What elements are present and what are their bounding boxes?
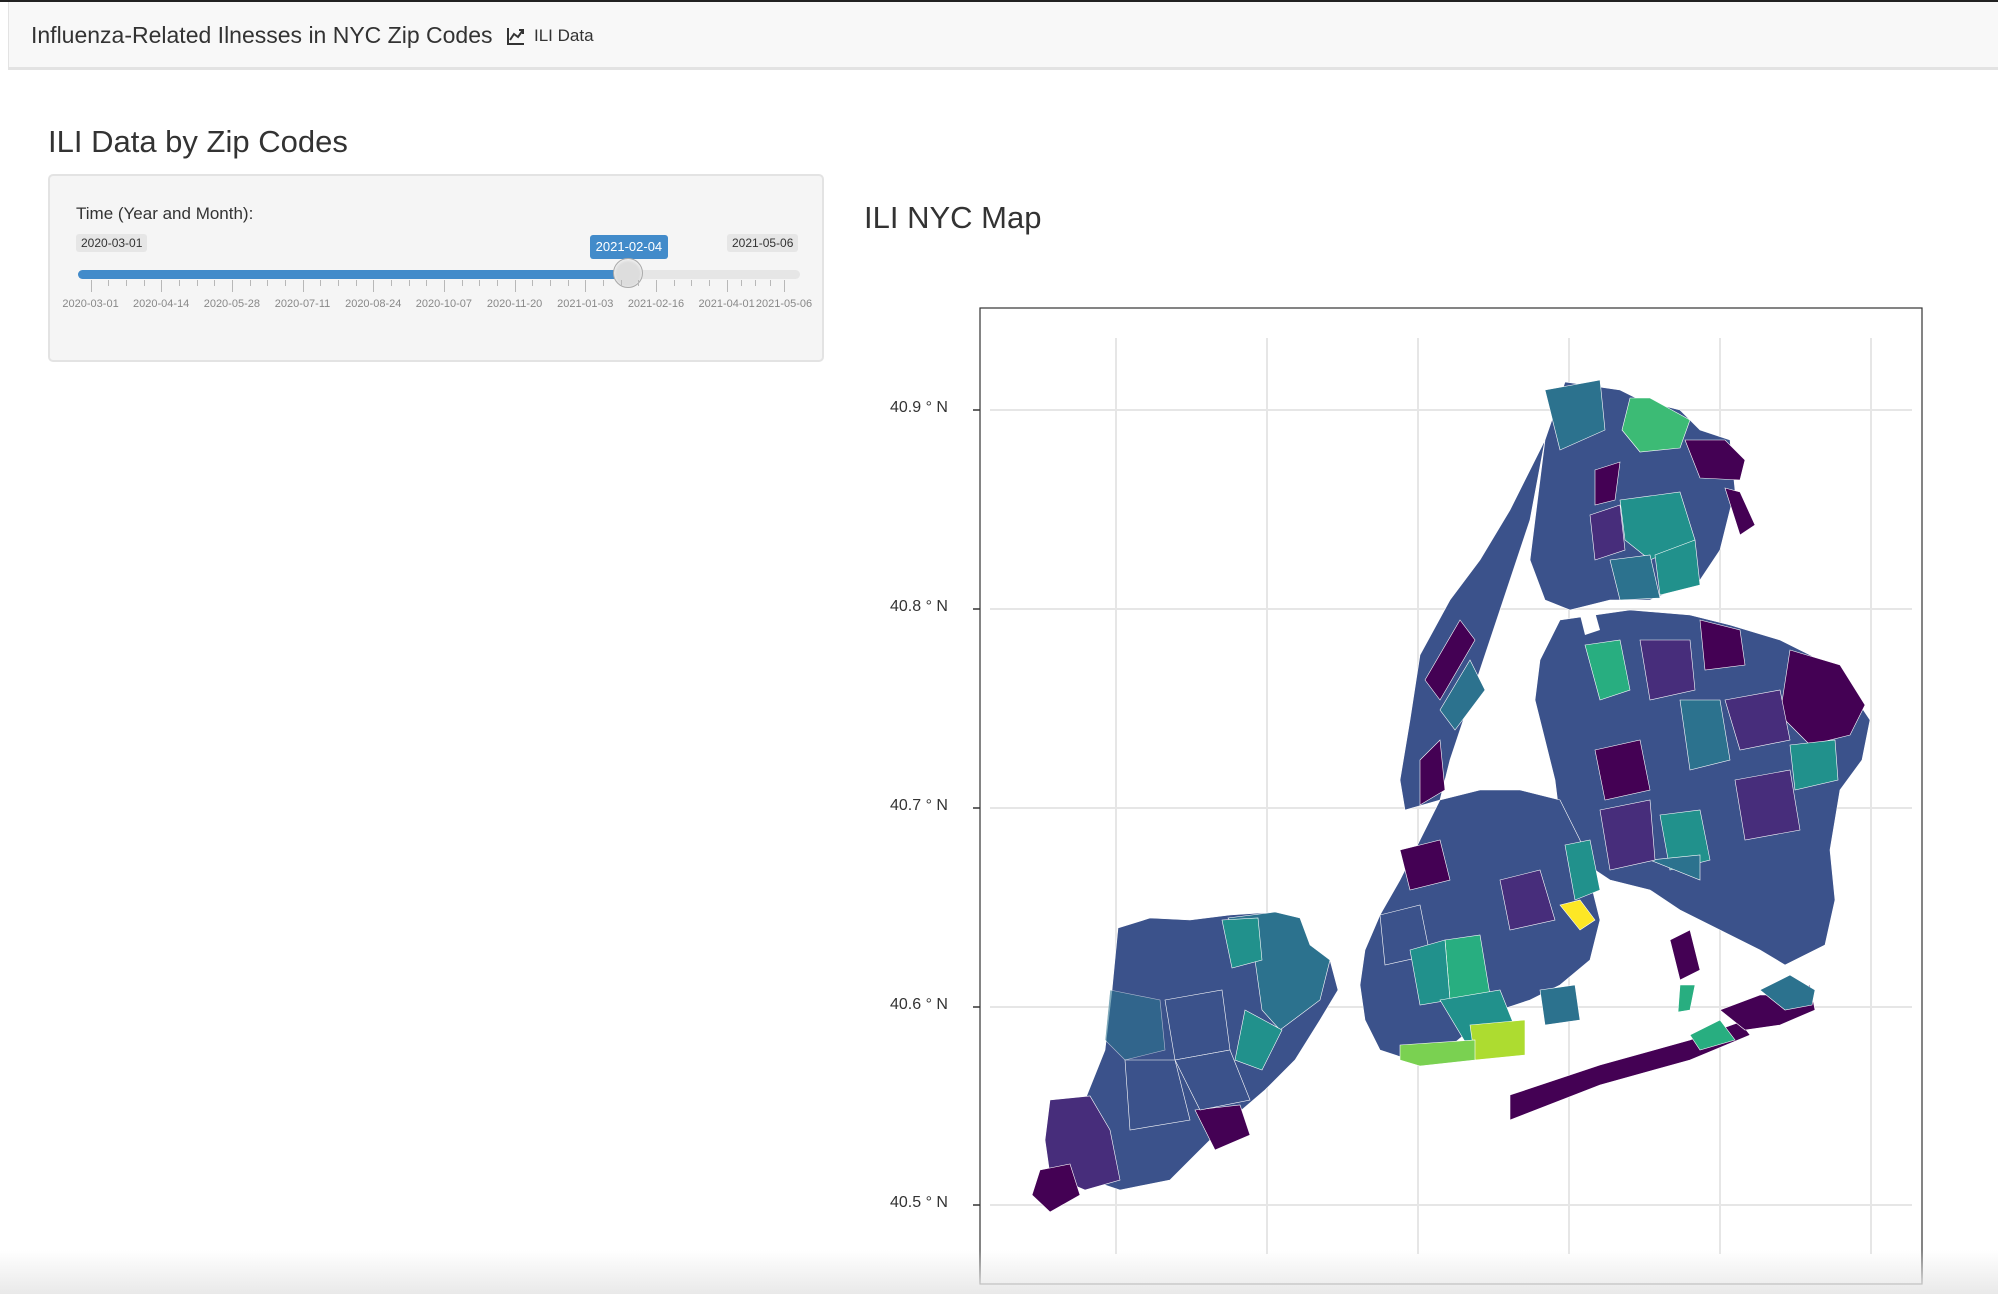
nyc-map bbox=[973, 307, 1923, 1285]
y-tick-label-3: 40.6 ° N bbox=[890, 996, 948, 1013]
y-tick-label-4: 40.5 ° N bbox=[890, 1194, 948, 1211]
y-tick-label-2: 40.7 ° N bbox=[890, 797, 948, 814]
map-y-ticks bbox=[973, 409, 980, 1206]
y-tick-label-1: 40.8 ° N bbox=[890, 598, 948, 615]
y-tick-label-0: 40.9 ° N bbox=[890, 399, 948, 416]
bottom-shadow bbox=[0, 1250, 1998, 1294]
